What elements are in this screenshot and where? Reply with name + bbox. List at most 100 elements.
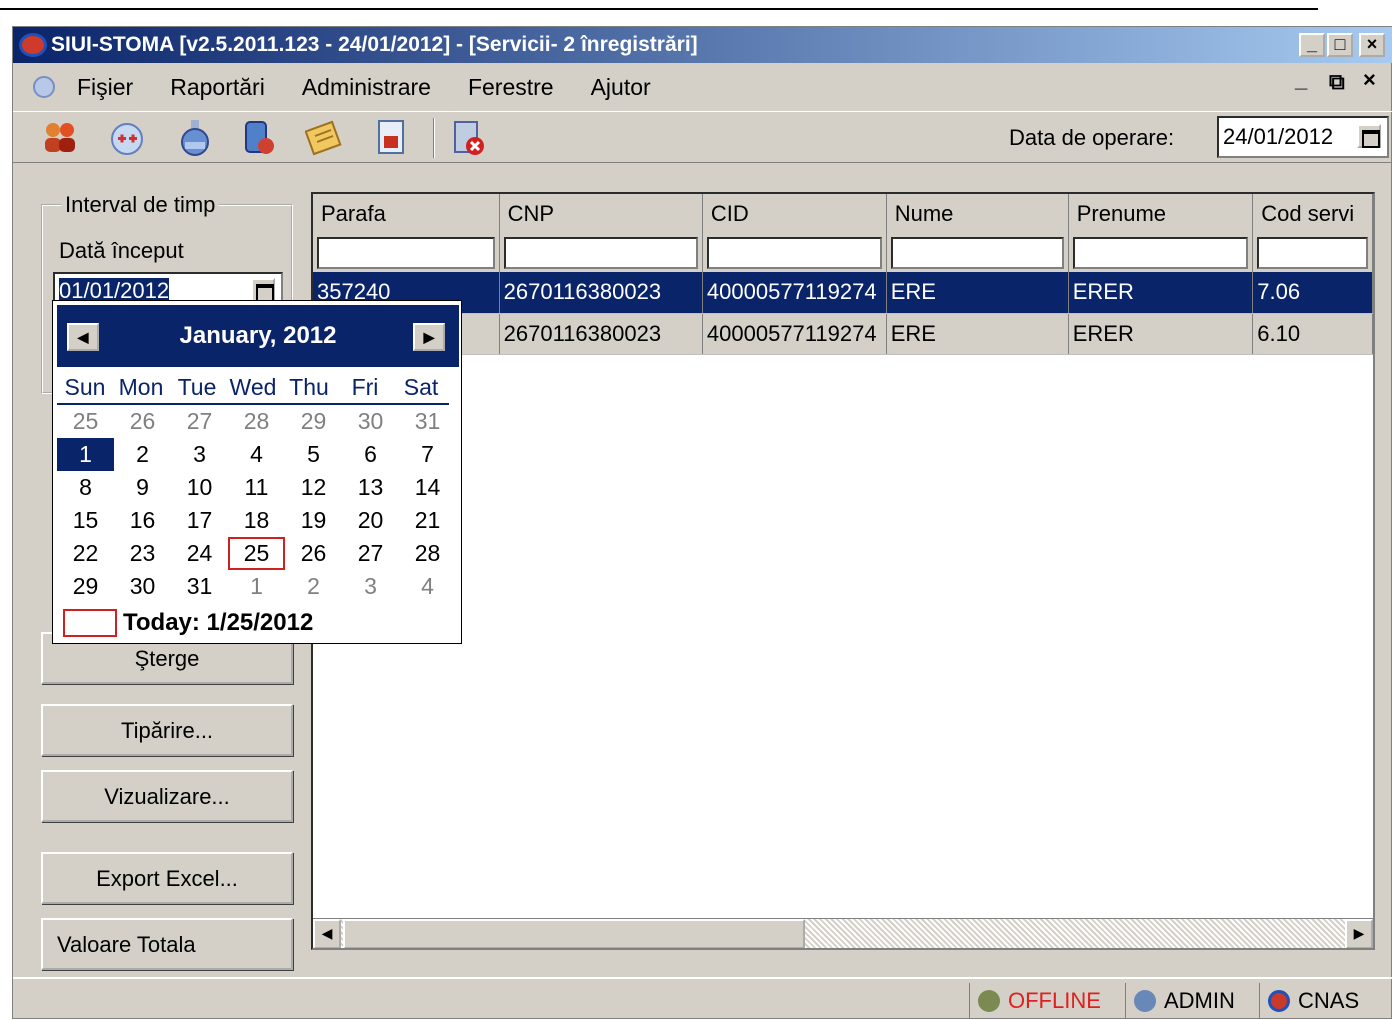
delete-record-icon[interactable] — [447, 118, 489, 158]
scroll-left-arrow-icon[interactable]: ◀ — [313, 919, 341, 948]
calendar-day[interactable]: 28 — [228, 405, 285, 438]
calendar-day[interactable]: 29 — [57, 570, 114, 603]
calendar-day[interactable]: 25 — [57, 405, 114, 438]
calendar-day[interactable]: 14 — [399, 471, 456, 504]
calendar-day[interactable]: 3 — [171, 438, 228, 471]
minimize-button[interactable]: _ — [1299, 33, 1325, 57]
calendar-day[interactable]: 30 — [114, 570, 171, 603]
scroll-right-arrow-icon[interactable]: ▶ — [1345, 919, 1373, 948]
operation-date-field[interactable]: 24/01/2012 — [1217, 116, 1389, 158]
filter-cid-input[interactable] — [706, 237, 882, 269]
app-logo-icon — [19, 33, 47, 57]
column-header-cnp[interactable]: CNP — [499, 194, 703, 234]
operation-date-calendar-icon[interactable] — [1357, 124, 1381, 148]
calendar-day[interactable]: 3 — [342, 570, 399, 603]
calendar-day[interactable]: 19 — [285, 504, 342, 537]
calendar-day[interactable]: 12 — [285, 471, 342, 504]
calendar-day[interactable]: 27 — [171, 405, 228, 438]
calendar-day[interactable]: 28 — [399, 537, 456, 570]
preview-button[interactable]: Vizualizare... — [41, 770, 293, 822]
calendar-day[interactable]: 25 — [228, 537, 285, 570]
calendar-day[interactable]: 2 — [285, 570, 342, 603]
calendar-day[interactable]: 30 — [342, 405, 399, 438]
calendar-day[interactable]: 20 — [342, 504, 399, 537]
calendar-day[interactable]: 1 — [228, 570, 285, 603]
table-row[interactable]: 357240 2670116380023 40000577119274 ERE … — [313, 272, 1373, 314]
filter-parafa-input[interactable] — [317, 237, 495, 269]
calendar-day[interactable]: 27 — [342, 537, 399, 570]
calendar-month-label[interactable]: January, 2012 — [180, 322, 337, 349]
calendar-day[interactable]: 9 — [114, 471, 171, 504]
total-value-button[interactable]: Valoare Totala — [41, 918, 293, 970]
calendar-day[interactable]: 2 — [114, 438, 171, 471]
menu-ferestre[interactable]: Ferestre — [468, 74, 554, 101]
next-month-icon[interactable]: ▶ — [413, 323, 445, 351]
weekday-label: Thu — [289, 374, 329, 400]
scrollbar-thumb[interactable] — [343, 919, 805, 948]
calendar-day[interactable]: 24 — [171, 537, 228, 570]
maximize-button[interactable]: □ — [1327, 33, 1353, 57]
calendar-day[interactable]: 13 — [342, 471, 399, 504]
calendar-day[interactable]: 29 — [285, 405, 342, 438]
calendar-day[interactable]: 5 — [285, 438, 342, 471]
calendar-day[interactable]: 7 — [399, 438, 456, 471]
export-excel-button[interactable]: Export Excel... — [41, 852, 293, 904]
calendar-day[interactable]: 23 — [114, 537, 171, 570]
calendar-day[interactable]: 15 — [57, 504, 114, 537]
calendar-day[interactable]: 18 — [228, 504, 285, 537]
document-icon[interactable] — [371, 118, 413, 158]
menu-administrare[interactable]: Administrare — [302, 74, 431, 101]
calendar-day[interactable]: 16 — [114, 504, 171, 537]
calendar-day[interactable]: 10 — [171, 471, 228, 504]
bottle-icon[interactable] — [175, 118, 217, 158]
date-picker-popup[interactable]: ◀ January, 2012 ▶ Sun Mon Tue Wed Thu Fr… — [52, 300, 462, 644]
filter-prenume-input[interactable] — [1072, 237, 1249, 269]
filter-nume-input[interactable] — [890, 237, 1064, 269]
users-icon[interactable] — [39, 118, 81, 158]
calendar-day[interactable]: 26 — [285, 537, 342, 570]
calendar-day[interactable]: 1 — [57, 438, 114, 471]
column-header-parafa[interactable]: Parafa — [313, 194, 500, 234]
mdi-minimize-button[interactable]: _ — [1295, 67, 1307, 93]
column-header-nume[interactable]: Nume — [886, 194, 1069, 234]
calendar-day[interactable]: 17 — [171, 504, 228, 537]
toolbar-separator — [433, 118, 435, 158]
filter-cnp-input[interactable] — [503, 237, 698, 269]
calendar-day[interactable]: 31 — [171, 570, 228, 603]
document-menu-icon[interactable] — [33, 76, 55, 98]
notes-icon[interactable] — [304, 118, 347, 158]
today-link[interactable]: Today: 1/25/2012 — [63, 609, 313, 637]
weekday-label: Mon — [118, 374, 164, 400]
operation-date-value: 24/01/2012 — [1223, 124, 1334, 149]
medical-kit-icon[interactable] — [107, 118, 149, 158]
start-date-calendar-icon[interactable] — [251, 278, 275, 302]
mdi-restore-button[interactable]: ⧉ — [1329, 69, 1345, 95]
previous-month-icon[interactable]: ◀ — [67, 323, 99, 351]
status-bar: OFFLINE ADMIN CNAS — [13, 977, 1392, 1020]
calendar-day[interactable]: 8 — [57, 471, 114, 504]
mdi-close-button[interactable]: × — [1363, 67, 1376, 93]
print-button[interactable]: Tipărire... — [41, 704, 293, 756]
calendar-day[interactable]: 26 — [114, 405, 171, 438]
menu-ajutor[interactable]: Ajutor — [591, 74, 651, 101]
calendar-day[interactable]: 11 — [228, 471, 285, 504]
calendar-day[interactable]: 31 — [399, 405, 456, 438]
column-header-cid[interactable]: CID — [702, 194, 887, 234]
menu-raportari[interactable]: Raportări — [170, 74, 265, 101]
calendar-day[interactable]: 4 — [399, 570, 456, 603]
menu-bar: Fişier Raportări Administrare Ferestre A… — [13, 65, 1392, 109]
calendar-day[interactable]: 22 — [57, 537, 114, 570]
column-header-cod-serviciu[interactable]: Cod servi — [1252, 194, 1373, 234]
patient-icon[interactable] — [239, 118, 281, 158]
cell-cnp: 2670116380023 — [499, 313, 703, 355]
horizontal-scrollbar[interactable]: ◀ ▶ — [313, 918, 1373, 948]
table-row[interactable]: 2670116380023 40000577119274 ERE ERER 6.… — [313, 313, 1373, 355]
title-bar[interactable]: SIUI-STOMA [v2.5.2011.123 - 24/01/2012] … — [13, 27, 1392, 63]
close-button[interactable]: × — [1359, 33, 1385, 57]
menu-fisier[interactable]: Fişier — [77, 74, 133, 101]
column-header-prenume[interactable]: Prenume — [1068, 194, 1254, 234]
calendar-day[interactable]: 21 — [399, 504, 456, 537]
filter-cod-input[interactable] — [1257, 237, 1368, 269]
calendar-day[interactable]: 6 — [342, 438, 399, 471]
calendar-day[interactable]: 4 — [228, 438, 285, 471]
